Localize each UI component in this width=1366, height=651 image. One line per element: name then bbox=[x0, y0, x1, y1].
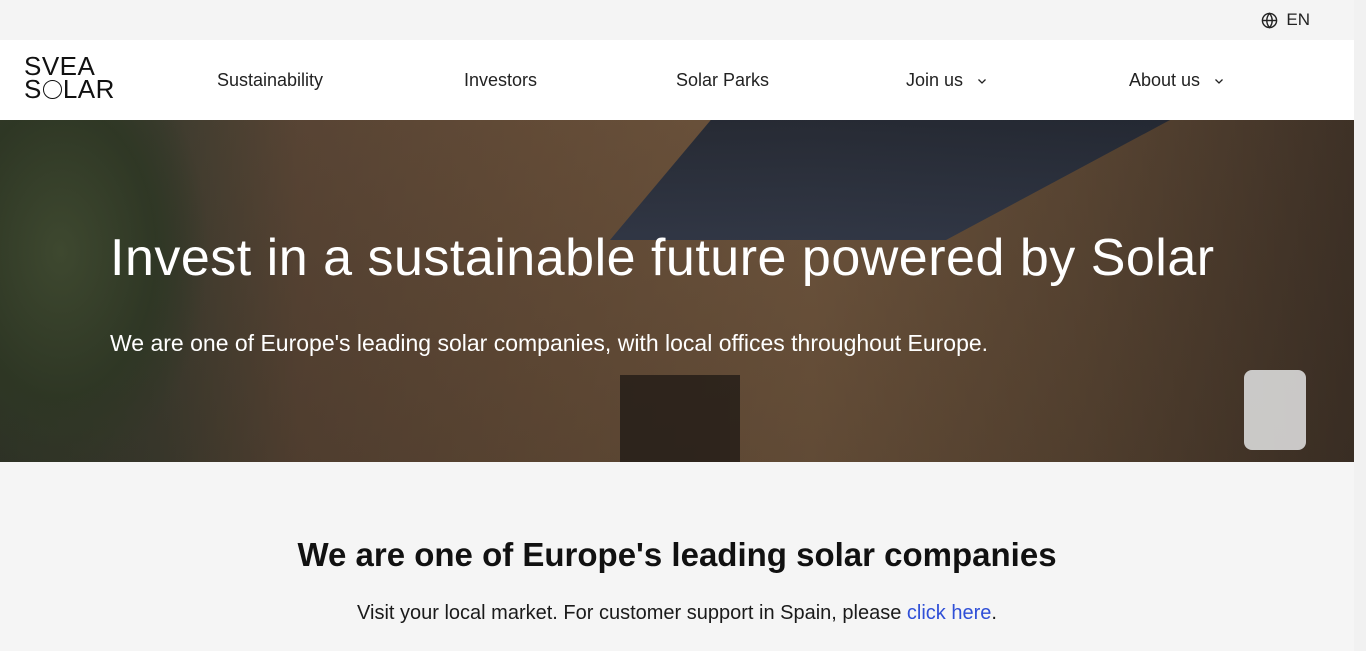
scrollbar[interactable] bbox=[1354, 0, 1366, 651]
nav-item-join-us[interactable]: Join us bbox=[906, 70, 987, 91]
top-bar: EN bbox=[0, 0, 1354, 40]
hero-tree-image bbox=[0, 120, 210, 462]
hero-title: Invest in a sustainable future powered b… bbox=[110, 229, 1215, 287]
section-text: Visit your local market. For customer su… bbox=[357, 602, 997, 624]
svea-solar-logo[interactable]: SVEA S LAR bbox=[24, 53, 120, 105]
nav-item-sustainability[interactable]: Sustainability bbox=[217, 70, 323, 91]
nav-item-solar-parks[interactable]: Solar Parks bbox=[676, 70, 769, 91]
hero-window-image bbox=[620, 375, 740, 462]
language-selector[interactable]: EN bbox=[1261, 10, 1310, 30]
globe-icon bbox=[1262, 11, 1278, 29]
site-header: SVEA S LAR Sustainability Investors Solar… bbox=[0, 40, 1354, 120]
hero-banner: Invest in a sustainable future powered b… bbox=[0, 120, 1354, 462]
customer-support-link[interactable]: click here bbox=[907, 602, 991, 624]
chevron-down-icon bbox=[978, 78, 987, 84]
logo-circle bbox=[42, 80, 62, 99]
section-title: We are one of Europe's leading solar com… bbox=[297, 536, 1057, 573]
hero-roof-image bbox=[610, 120, 1170, 240]
nav-item-investors[interactable]: Investors bbox=[464, 70, 537, 91]
hero-charger-image bbox=[1244, 370, 1306, 450]
chevron-down-icon bbox=[1215, 78, 1224, 84]
language-label: EN bbox=[1286, 10, 1310, 29]
nav-item-about-us[interactable]: About us bbox=[1129, 70, 1224, 91]
hero-subtitle: We are one of Europe's leading solar com… bbox=[110, 330, 989, 356]
